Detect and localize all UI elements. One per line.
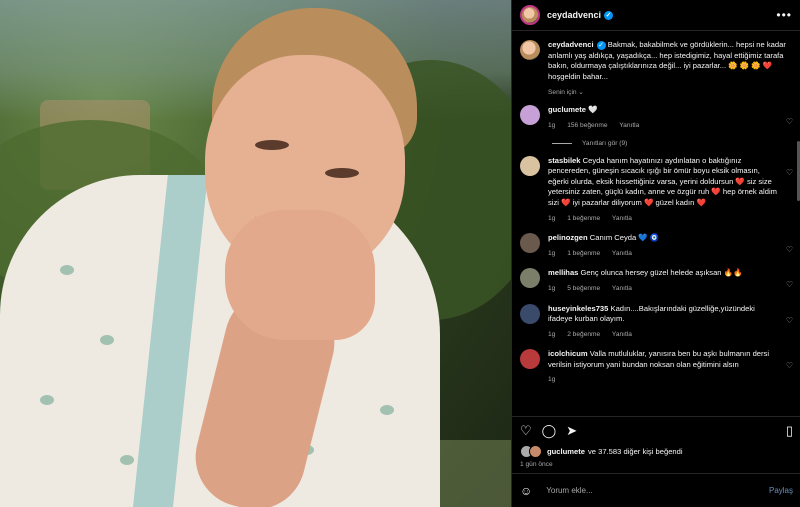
comment-username[interactable]: huseyinkeles735 bbox=[548, 304, 608, 313]
action-bar: ♡ ◯ ➤ ▯ bbox=[512, 417, 800, 439]
comment-heart-icon[interactable]: ♡ bbox=[786, 316, 793, 341]
post-details-panel: ceydadvenci ✓ ••• ceydadvenci ✓ Bakmak, ba… bbox=[511, 0, 800, 507]
comment-heart-icon[interactable]: ♡ bbox=[786, 245, 793, 259]
comment-likes[interactable]: 2 beğenme bbox=[567, 331, 600, 338]
comment-input[interactable] bbox=[544, 485, 769, 496]
comment-item: guclumete 🤍 1g 156 beğenme Yanıtla ♡ bbox=[512, 105, 800, 131]
heart-icon[interactable]: ♡ bbox=[520, 423, 532, 439]
caption-username[interactable]: ceydadvenci bbox=[548, 40, 594, 49]
comment-avatar[interactable] bbox=[520, 349, 540, 370]
comment-body: huseyinkeles735 Kadın....Bakışlarındaki … bbox=[548, 304, 780, 341]
photo-eye bbox=[325, 168, 359, 178]
comment-username[interactable]: guclumete bbox=[548, 105, 586, 114]
comment-heart-icon[interactable]: ♡ bbox=[786, 117, 793, 131]
post-header: ceydadvenci ✓ ••• bbox=[512, 0, 800, 31]
comment-time[interactable]: 1g bbox=[548, 122, 555, 129]
comment-item: mellihas Genç olunca hersey güzel helede… bbox=[512, 268, 800, 294]
comment-avatar[interactable] bbox=[520, 268, 540, 289]
divider bbox=[552, 142, 572, 144]
likes-summary[interactable]: guclumete ve 37.583 diğer kişi beğendi bbox=[512, 439, 800, 458]
comment-heart-icon[interactable]: ♡ bbox=[786, 361, 793, 386]
comment-time[interactable]: 1g bbox=[548, 250, 555, 257]
verified-badge-icon: ✓ bbox=[604, 11, 614, 21]
comment-item: icolchicum Valla mutluluklar, yanısıra b… bbox=[512, 349, 800, 386]
comment-text: Genç olunca hersey güzel helede aşıksan … bbox=[580, 268, 743, 278]
photo-hand bbox=[225, 210, 375, 340]
add-comment-bar: ☺ Paylaş bbox=[512, 473, 800, 507]
comment-meta: 1g 1 beğenme Yanıtla bbox=[548, 249, 780, 260]
comment-body: pelinozgen Canım Ceyda 💙 🧿 1g 1 beğenme … bbox=[548, 233, 780, 259]
comment-meta: 1g 5 beğenme Yanıtla bbox=[548, 284, 780, 295]
comments-scroll[interactable]: ceydadvenci ✓ Bakmak, bakabilmek ve gördü… bbox=[512, 31, 800, 416]
author-username[interactable]: ceydadvenci ✓ bbox=[547, 10, 614, 21]
comment-time[interactable]: 1g bbox=[548, 215, 555, 222]
comment-meta: 1g 2 beğenme Yanıtla bbox=[548, 330, 780, 341]
post-comment-button[interactable]: Paylaş bbox=[769, 486, 793, 495]
comment-heart-icon[interactable]: ♡ bbox=[786, 168, 793, 225]
comment-body: mellihas Genç olunca hersey güzel helede… bbox=[548, 268, 780, 294]
comment-avatar[interactable] bbox=[520, 233, 540, 254]
caption-body: ceydadvenci ✓ Bakmak, bakabilmek ve gördü… bbox=[548, 40, 793, 82]
comment-reply-button[interactable]: Yanıtla bbox=[612, 215, 632, 222]
view-replies-button[interactable]: Yanıtları gör (9) bbox=[552, 140, 800, 147]
comment-avatar[interactable] bbox=[520, 105, 540, 126]
comment-username[interactable]: icolchicum bbox=[548, 349, 588, 358]
comment-time[interactable]: 1g bbox=[548, 376, 555, 383]
caption: ceydadvenci ✓ Bakmak, bakabilmek ve gördü… bbox=[512, 40, 800, 82]
comment-icon[interactable]: ◯ bbox=[542, 423, 557, 439]
comment-body: icolchicum Valla mutluluklar, yanısıra b… bbox=[548, 349, 780, 386]
post-time[interactable]: 1 gün önce bbox=[512, 458, 800, 468]
send-icon[interactable]: ➤ bbox=[566, 423, 577, 439]
emoji-icon[interactable]: ☺ bbox=[520, 484, 532, 498]
liker-avatar bbox=[529, 445, 542, 458]
comment-avatar[interactable] bbox=[520, 303, 540, 324]
comment-username[interactable]: pelinozgen bbox=[548, 233, 588, 242]
post-footer: ♡ ◯ ➤ ▯ guclumete ve 37.583 diğer kişi b… bbox=[512, 416, 800, 507]
comment-time[interactable]: 1g bbox=[548, 331, 555, 338]
likes-username[interactable]: guclumete bbox=[547, 447, 585, 456]
bookmark-icon[interactable]: ▯ bbox=[786, 423, 793, 439]
comment-reply-button[interactable]: Yanıtla bbox=[612, 250, 632, 257]
comment-reply-button[interactable]: Yanıtla bbox=[612, 285, 632, 292]
comment-likes[interactable]: 5 beğenme bbox=[567, 285, 600, 292]
comment-meta: 1g bbox=[548, 375, 780, 386]
author-avatar[interactable] bbox=[520, 5, 540, 25]
comment-likes[interactable]: 1 beğenme bbox=[567, 250, 600, 257]
comment-avatar[interactable] bbox=[520, 155, 540, 176]
comment-meta: 1g 1 beğenme Yanıtla bbox=[548, 214, 780, 225]
more-options-icon[interactable]: ••• bbox=[776, 8, 792, 22]
comment-meta: 1g 156 beğenme Yanıtla bbox=[548, 121, 780, 132]
comments-list: guclumete 🤍 1g 156 beğenme Yanıtla ♡ Yanı… bbox=[512, 105, 800, 386]
comment-likes[interactable]: 1 beğenme bbox=[567, 215, 600, 222]
comment-username[interactable]: stasbilek bbox=[548, 156, 581, 165]
comment-body: stasbilek Ceyda hanım hayatınızı aydınla… bbox=[548, 156, 780, 225]
comment-text: Ceyda hanım hayatınızı aydınlatan o bakt… bbox=[548, 155, 777, 207]
instagram-post-view: ceydadvenci ✓ ••• ceydadvenci ✓ Bakmak, ba… bbox=[0, 0, 800, 507]
post-photo[interactable] bbox=[0, 0, 511, 507]
caption-avatar[interactable] bbox=[520, 40, 540, 60]
comment-text: 🤍 bbox=[588, 105, 598, 115]
comment-body: guclumete 🤍 1g 156 beğenme Yanıtla bbox=[548, 105, 780, 131]
translation-toggle[interactable]: Senin için ⌄ bbox=[548, 88, 800, 96]
comment-likes[interactable]: 156 beğenme bbox=[567, 122, 607, 129]
comment-heart-icon[interactable]: ♡ bbox=[786, 280, 793, 294]
likes-text: ve 37.583 diğer kişi beğendi bbox=[587, 447, 683, 456]
comment-reply-button[interactable]: Yanıtla bbox=[619, 122, 639, 129]
comment-username[interactable]: mellihas bbox=[548, 268, 578, 277]
comment-item: stasbilek Ceyda hanım hayatınızı aydınla… bbox=[512, 155, 800, 225]
comment-item: pelinozgen Canım Ceyda 💙 🧿 1g 1 beğenme … bbox=[512, 233, 800, 259]
verified-badge-icon: ✓ bbox=[596, 40, 606, 50]
comment-time[interactable]: 1g bbox=[548, 285, 555, 292]
photo-eye bbox=[255, 140, 289, 150]
comment-text: Canım Ceyda 💙 🧿 bbox=[589, 233, 660, 243]
comment-reply-button[interactable]: Yanıtla bbox=[612, 331, 632, 338]
comment-item: huseyinkeles735 Kadın....Bakışlarındaki … bbox=[512, 303, 800, 341]
view-replies-label: Yanıtları gör (9) bbox=[582, 139, 628, 147]
